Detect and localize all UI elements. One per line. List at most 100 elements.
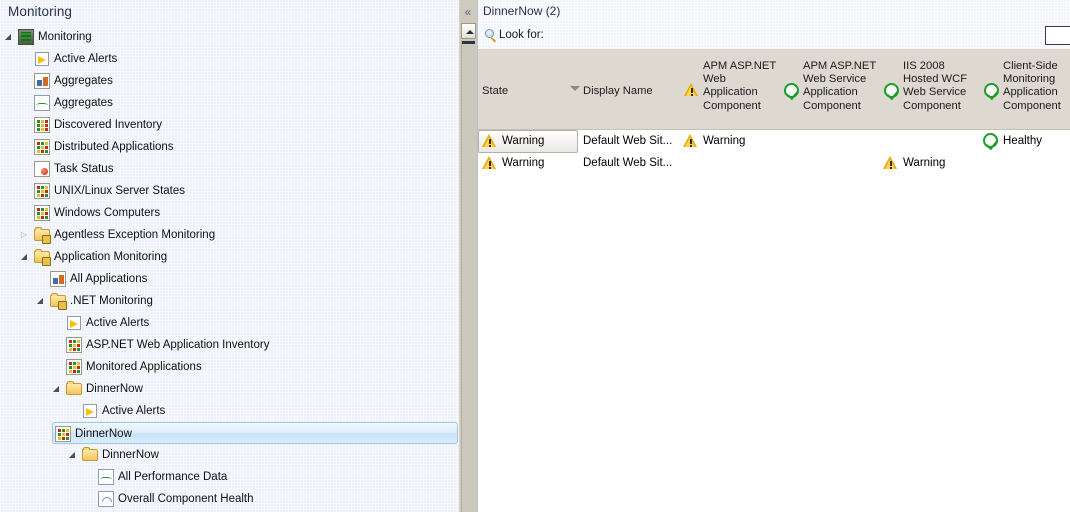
tree-item-icon xyxy=(34,249,51,266)
tree-item-label: Discovered Inventory xyxy=(54,119,163,131)
tree-item-label: Aggregates xyxy=(54,97,113,109)
grid-column-headers[interactable]: State Display Name APM ASP.NET Web Applica… xyxy=(478,50,1070,130)
column-header-apm_aspnet_web_service_app[interactable]: APM ASP.NET Web Service Application Comp… xyxy=(783,50,883,129)
tree-item-icon xyxy=(66,337,82,353)
warning-icon xyxy=(684,83,699,97)
expander-expanded-icon[interactable]: ◢ xyxy=(34,290,46,312)
tree-item-dinnernow[interactable]: ◢ DinnerNow xyxy=(0,444,459,466)
inventory-icon xyxy=(34,117,50,133)
tree-item-label: Monitoring xyxy=(38,31,92,43)
tree-item-label: Task Status xyxy=(54,163,114,175)
state-view-icon xyxy=(34,205,50,221)
column-header-client_side_monitoring[interactable]: Client-Side Monitoring Application Compo… xyxy=(983,50,1070,129)
tree-item-dinnernow[interactable]: ◢ DinnerNow xyxy=(0,378,459,400)
column-header-state[interactable]: State xyxy=(482,50,582,129)
tree-item-icon xyxy=(82,403,98,419)
tree-item-asp-net-web-application-inventory[interactable]: ASP.NET Web Application Inventory xyxy=(0,334,459,356)
tree-item-windows-computers[interactable]: Windows Computers xyxy=(0,202,459,224)
tree-item-discovered-inventory[interactable]: Discovered Inventory xyxy=(0,114,459,136)
scrollbar-thumb[interactable] xyxy=(462,41,475,44)
healthy-icon xyxy=(984,83,999,98)
expander-expanded-icon[interactable]: ◢ xyxy=(66,444,78,466)
tree-item-monitored-applications[interactable]: Monitored Applications xyxy=(0,356,459,378)
tree-item-icon xyxy=(98,469,114,485)
warning-icon xyxy=(683,134,698,148)
warning-icon xyxy=(482,156,497,170)
tree-item-label: Agentless Exception Monitoring xyxy=(54,229,216,241)
tree-item-icon xyxy=(34,161,50,177)
tree-item-active-alerts[interactable]: Active Alerts xyxy=(0,400,459,422)
app-window: Monitoring ◢ Monitoring Active Alerts Aggre… xyxy=(0,0,1070,512)
diagram-icon xyxy=(98,491,114,507)
tree-item-label: ASP.NET Web Application Inventory xyxy=(86,339,270,351)
tree-item-icon xyxy=(34,183,50,199)
tree-item-distributed-applications[interactable]: Distributed Applications xyxy=(0,136,459,158)
tree-item-icon xyxy=(34,117,50,133)
cell-state[interactable]: Warning xyxy=(482,152,582,174)
tree-item-unix-linux-server-states[interactable]: UNIX/Linux Server States xyxy=(0,180,459,202)
tree-item-application-monitoring[interactable]: ◢ Application Monitoring xyxy=(0,246,459,268)
tree-item-overall-component-health[interactable]: Overall Component Health xyxy=(0,488,459,510)
tree-item-task-status[interactable]: Task Status xyxy=(0,158,459,180)
tree-item-icon xyxy=(66,315,82,331)
tree-item-monitoring[interactable]: ◢ Monitoring xyxy=(0,26,459,48)
column-header-label: Display Name xyxy=(583,85,653,97)
cell-state[interactable]: Warning xyxy=(482,130,582,152)
column-header-label: IIS 2008 Hosted WCF Web Service Componen… xyxy=(903,60,968,112)
tree-item-icon xyxy=(55,426,71,442)
folder-secured-icon xyxy=(50,293,67,310)
grid-rows[interactable]: Warning Default Web Sit... Warning Healthy W… xyxy=(478,130,1070,512)
navigation-scrollbar[interactable] xyxy=(459,0,477,512)
cell-text: Warning xyxy=(502,135,545,147)
scrollbar-track[interactable] xyxy=(461,40,477,512)
scroll-up-arrow-icon[interactable] xyxy=(461,23,476,39)
folder-secured-icon xyxy=(34,249,51,266)
tree-item-aggregates[interactable]: Aggregates xyxy=(0,70,459,92)
sort-descending-icon[interactable] xyxy=(570,86,580,91)
tree-item-net-monitoring[interactable]: ◢ .NET Monitoring xyxy=(0,290,459,312)
table-row[interactable]: Warning Default Web Sit... Warning Healthy xyxy=(478,130,1070,153)
active-alerts-icon xyxy=(82,403,98,419)
tree-item-label: Distributed Applications xyxy=(54,141,174,153)
cell-display_name[interactable]: Default Web Sit... xyxy=(583,130,683,152)
expander-expanded-icon[interactable]: ◢ xyxy=(50,378,62,400)
search-icon xyxy=(484,29,498,43)
task-status-icon xyxy=(34,161,50,177)
tree-item-all-applications[interactable]: All Applications xyxy=(0,268,459,290)
cell-iis_2008_wcf[interactable]: Warning xyxy=(883,152,983,174)
column-header-apm_aspnet_web_app[interactable]: APM ASP.NET Web Application Component xyxy=(683,50,783,129)
results-panel: DinnerNow (2) Look for: Find Now Clear S… xyxy=(477,0,1070,512)
tree-item-label: Windows Computers xyxy=(54,207,161,219)
tree-item-icon xyxy=(34,205,50,221)
chevron-double-left-icon[interactable]: « xyxy=(460,3,476,21)
tree-item-active-alerts[interactable]: Active Alerts xyxy=(0,312,459,334)
folder-secured-icon xyxy=(34,227,51,244)
search-input[interactable] xyxy=(1045,26,1070,45)
aggregates-view-icon xyxy=(34,73,50,89)
tree-item-agentless-exception-monitoring[interactable]: ▷ Agentless Exception Monitoring xyxy=(0,224,459,246)
results-header: DinnerNow (2) Look for: Find Now Clear xyxy=(478,0,1070,50)
tree-item-label: Active Alerts xyxy=(54,53,118,65)
tree-item-aggregates[interactable]: Aggregates xyxy=(0,92,459,114)
cell-text: Warning xyxy=(903,157,946,169)
column-header-iis_2008_wcf[interactable]: IIS 2008 Hosted WCF Web Service Componen… xyxy=(883,50,983,129)
column-header-label: APM ASP.NET Web Service Application Comp… xyxy=(803,60,876,112)
tree-item-dinnernow[interactable]: DinnerNow xyxy=(52,422,458,444)
cell-display_name[interactable]: Default Web Sit... xyxy=(583,152,683,174)
expander-expanded-icon[interactable]: ◢ xyxy=(18,246,30,268)
cell-text: Healthy xyxy=(1003,135,1042,147)
expander-expanded-icon[interactable]: ◢ xyxy=(2,26,14,48)
tree-item-active-alerts[interactable]: Active Alerts xyxy=(0,48,459,70)
tree-item-icon xyxy=(34,73,50,89)
tree-item-all-performance-data[interactable]: All Performance Data xyxy=(0,466,459,488)
warning-icon xyxy=(883,156,898,170)
expander-collapsed-icon[interactable]: ▷ xyxy=(18,224,30,246)
tree-item-label: Active Alerts xyxy=(86,317,150,329)
state-view-icon xyxy=(66,337,82,353)
cell-text: Warning xyxy=(502,157,545,169)
cell-apm_aspnet_web_app[interactable]: Warning xyxy=(683,130,783,152)
cell-client_side_monitoring[interactable]: Healthy xyxy=(983,130,1070,152)
table-row[interactable]: Warning Default Web Sit... Warning xyxy=(478,152,1070,174)
column-header-display_name[interactable]: Display Name xyxy=(583,50,683,129)
healthy-icon xyxy=(983,133,998,148)
